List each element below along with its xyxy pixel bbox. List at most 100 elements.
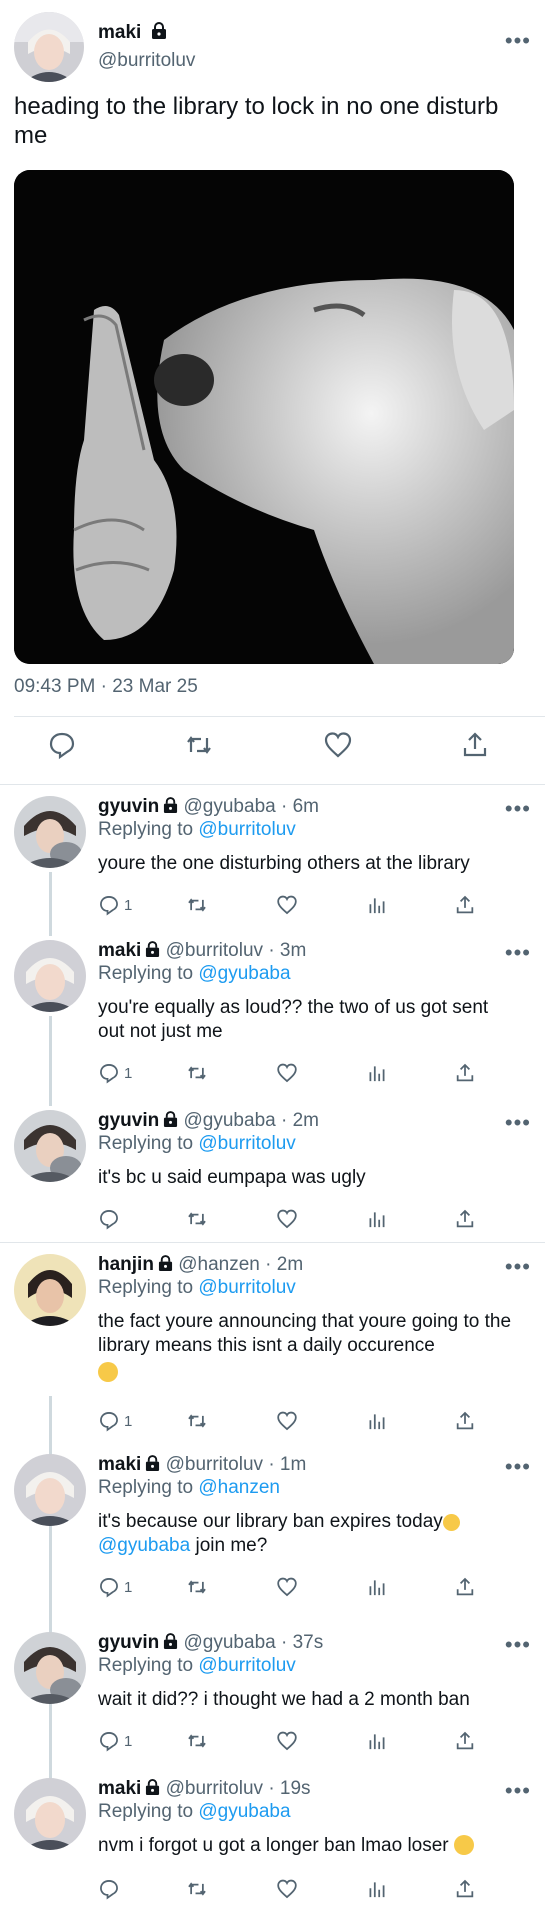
more-icon[interactable]: •••	[505, 1634, 531, 1656]
timestamp[interactable]: · 37s	[281, 1632, 323, 1653]
views-button[interactable]	[366, 1408, 388, 1434]
timestamp[interactable]: · 2m	[281, 1110, 319, 1131]
like-button[interactable]	[276, 1060, 298, 1086]
handle[interactable]: @burritoluv	[166, 1778, 263, 1799]
share-button[interactable]	[454, 1206, 476, 1232]
retweet-button[interactable]	[186, 1574, 208, 1600]
retweet-button[interactable]	[186, 1408, 208, 1434]
mention-link[interactable]: @burritoluv	[198, 1133, 295, 1154]
timestamp[interactable]: · 2m	[265, 1254, 303, 1275]
views-button[interactable]	[366, 1206, 388, 1232]
tweet-photo[interactable]	[14, 170, 514, 664]
share-button[interactable]	[454, 1408, 476, 1434]
timestamp[interactable]: · 3m	[268, 940, 306, 961]
display-name[interactable]: maki	[98, 22, 167, 44]
reply-tweet[interactable]: gyuvin @gyubaba · 6m ••• Replying to @bu…	[0, 796, 545, 920]
like-button[interactable]	[276, 1408, 298, 1434]
retweet-button[interactable]	[186, 1206, 208, 1232]
handle[interactable]: @gyubaba	[184, 1110, 276, 1131]
more-icon[interactable]: •••	[505, 1256, 531, 1278]
reply-tweet[interactable]: maki @burritoluv · 3m ••• Replying to @g…	[0, 940, 545, 1100]
views-button[interactable]	[366, 1060, 388, 1086]
handle[interactable]: @burritoluv	[166, 1454, 263, 1475]
more-icon[interactable]: •••	[505, 1456, 531, 1478]
reply-button[interactable]: 1	[98, 1574, 132, 1600]
tweet-timestamp[interactable]: 09:43 PM · 23 Mar 25	[14, 676, 198, 698]
share-icon	[456, 1209, 474, 1228]
like-button[interactable]	[276, 892, 298, 918]
views-button[interactable]	[366, 1574, 388, 1600]
like-button[interactable]	[276, 1574, 298, 1600]
retweet-button[interactable]	[186, 1876, 208, 1902]
reply-header: maki @burritoluv · 3m	[98, 940, 306, 962]
mention-link[interactable]: @gyubaba	[198, 1801, 290, 1822]
avatar[interactable]	[14, 1632, 86, 1704]
avatar[interactable]	[14, 12, 84, 82]
mention-link[interactable]: @burritoluv	[198, 1277, 295, 1298]
display-name[interactable]: maki	[98, 1778, 141, 1799]
more-icon[interactable]: •••	[505, 942, 531, 964]
display-name[interactable]: maki	[98, 940, 141, 961]
display-name[interactable]: gyuvin	[98, 1632, 159, 1653]
avatar[interactable]	[14, 1778, 86, 1850]
more-icon[interactable]: •••	[505, 1112, 531, 1134]
like-button[interactable]	[276, 1876, 298, 1902]
reply-button[interactable]: 1	[98, 892, 132, 918]
display-name[interactable]: maki	[98, 1454, 141, 1475]
reply-button[interactable]	[98, 1876, 124, 1902]
retweet-button[interactable]	[186, 892, 208, 918]
mention-link[interactable]: @burritoluv	[198, 819, 295, 840]
reply-button[interactable]: 1	[98, 1060, 132, 1086]
share-button[interactable]	[454, 1574, 476, 1600]
handle[interactable]: @burritoluv	[98, 50, 195, 72]
avatar[interactable]	[14, 796, 86, 868]
reply-tweet[interactable]: gyuvin @gyubaba · 37s ••• Replying to @b…	[0, 1632, 545, 1756]
reply-tweet[interactable]: maki @burritoluv · 1m ••• Replying to @h…	[0, 1454, 545, 1604]
handle[interactable]: @gyubaba	[184, 1632, 276, 1653]
display-name[interactable]: hanjin	[98, 1254, 154, 1275]
mention-link[interactable]: @burritoluv	[198, 1655, 295, 1676]
reply-tweet[interactable]: gyuvin @gyubaba · 2m ••• Replying to @bu…	[0, 1110, 545, 1236]
display-name[interactable]: gyuvin	[98, 1110, 159, 1131]
avatar[interactable]	[14, 1110, 86, 1182]
retweet-button[interactable]	[186, 1728, 208, 1754]
reply-button[interactable]: 1	[98, 1408, 132, 1434]
handle[interactable]: @hanzen	[178, 1254, 260, 1275]
share-button[interactable]	[454, 1876, 476, 1902]
share-icon	[456, 1731, 474, 1750]
retweet-icon[interactable]	[184, 730, 214, 760]
share-button[interactable]	[454, 1060, 476, 1086]
timestamp[interactable]: · 6m	[281, 796, 319, 817]
share-button[interactable]	[454, 892, 476, 918]
display-name[interactable]: gyuvin	[98, 796, 159, 817]
like-button[interactable]	[276, 1206, 298, 1232]
reply-tweet[interactable]: maki @burritoluv · 19s ••• Replying to @…	[0, 1778, 545, 1908]
views-button[interactable]	[366, 1728, 388, 1754]
more-icon[interactable]: •••	[505, 30, 531, 52]
mention-link[interactable]: @gyubaba	[98, 1535, 190, 1556]
reply-button[interactable]	[98, 1206, 124, 1232]
timestamp[interactable]: · 19s	[268, 1778, 310, 1799]
views-button[interactable]	[366, 1876, 388, 1902]
share-icon[interactable]	[460, 730, 490, 760]
avatar[interactable]	[14, 940, 86, 1012]
more-icon[interactable]: •••	[505, 1780, 531, 1802]
like-icon	[277, 1577, 297, 1597]
mention-link[interactable]: @gyubaba	[198, 963, 290, 984]
like-button[interactable]	[276, 1728, 298, 1754]
share-button[interactable]	[454, 1728, 476, 1754]
views-button[interactable]	[366, 892, 388, 918]
retweet-button[interactable]	[186, 1060, 208, 1086]
handle[interactable]: @gyubaba	[184, 796, 276, 817]
avatar[interactable]	[14, 1254, 86, 1326]
mention-link[interactable]: @hanzen	[198, 1477, 280, 1498]
more-icon[interactable]: •••	[505, 798, 531, 820]
reply-icon[interactable]	[47, 730, 77, 760]
reply-button[interactable]: 1	[98, 1728, 132, 1754]
like-icon[interactable]	[323, 730, 353, 760]
reply-tweet[interactable]: hanjin @hanzen · 2m ••• Replying to @bur…	[0, 1254, 545, 1442]
handle[interactable]: @burritoluv	[166, 940, 263, 961]
like-icon	[277, 1879, 297, 1899]
avatar[interactable]	[14, 1454, 86, 1526]
timestamp[interactable]: · 1m	[268, 1454, 306, 1475]
